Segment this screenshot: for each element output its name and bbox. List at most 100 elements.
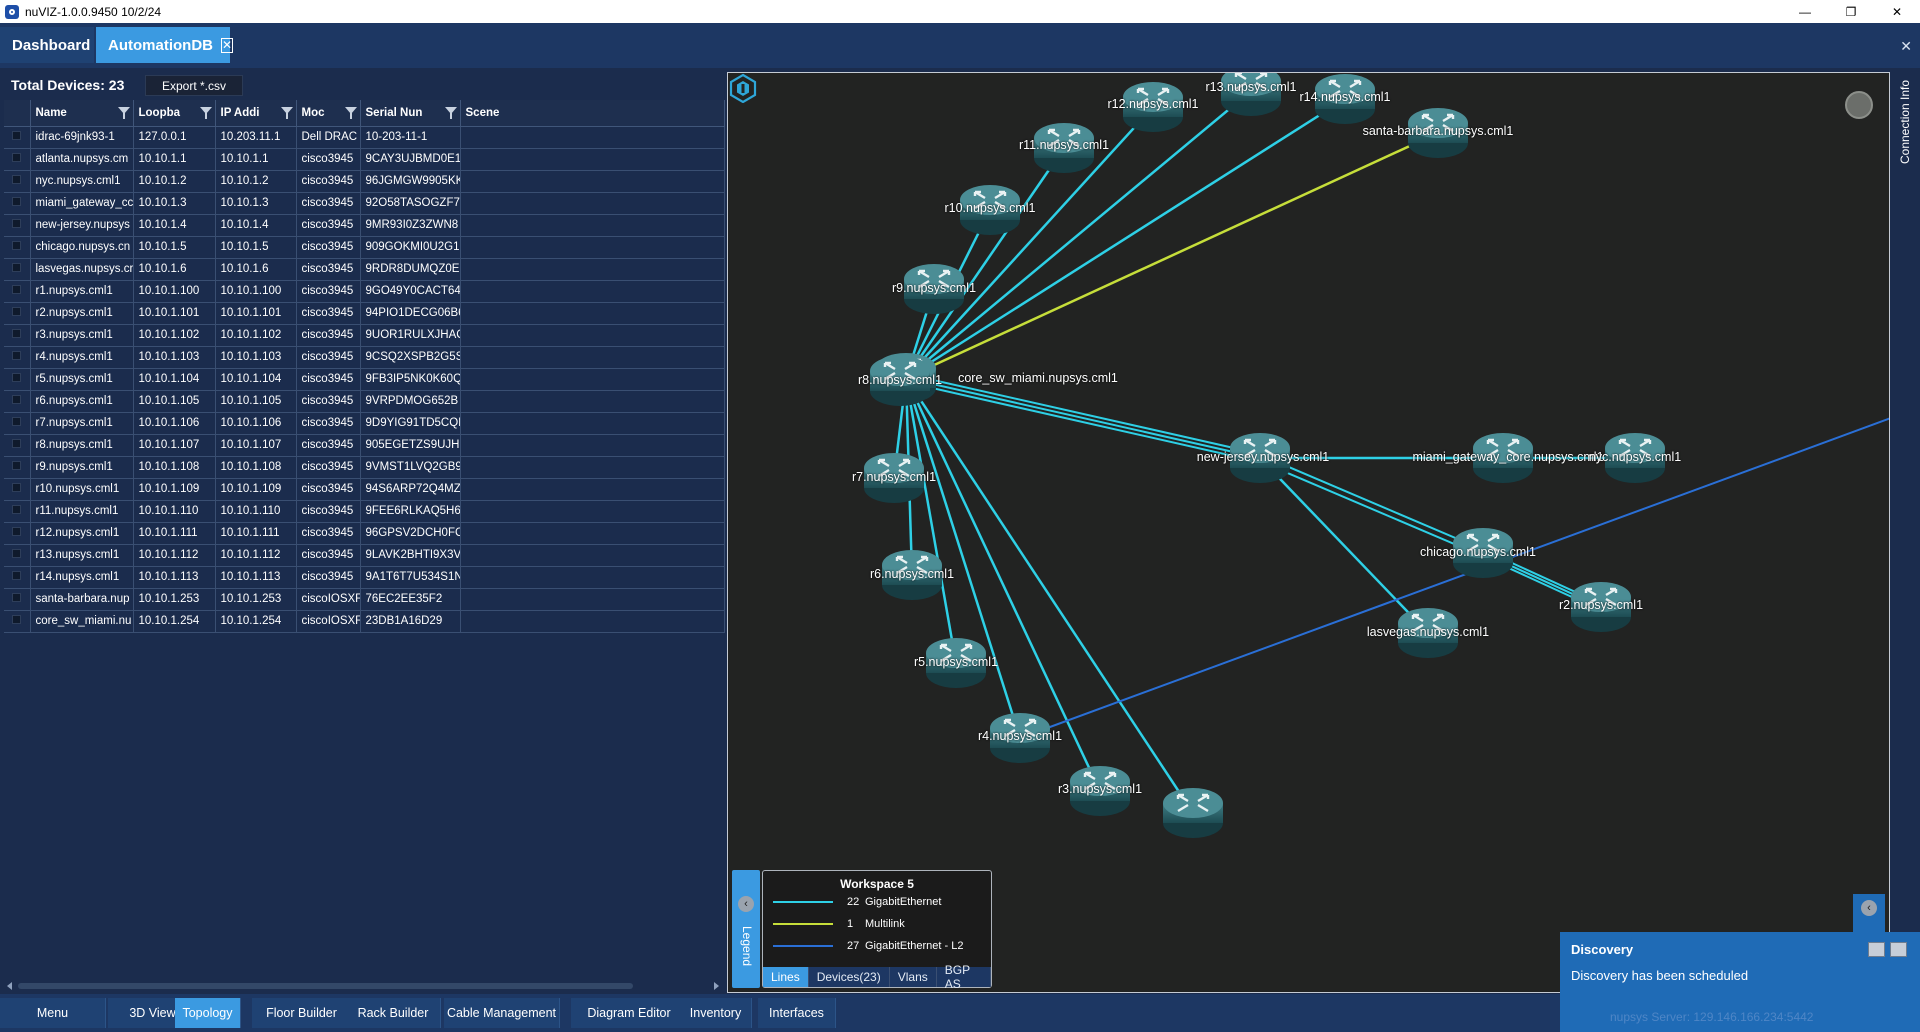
legend-tab-3[interactable]: BGP AS <box>936 963 991 991</box>
row-checkbox[interactable] <box>12 329 21 338</box>
column-header[interactable]: Scene <box>460 100 725 127</box>
close-window-button[interactable]: ✕ <box>1874 0 1920 23</box>
scroll-right-icon[interactable] <box>714 982 719 990</box>
row-checkbox[interactable] <box>12 263 21 272</box>
tab-dashboard[interactable]: Dashboard <box>0 27 94 63</box>
router-icon[interactable] <box>1160 783 1226 843</box>
table-row[interactable]: idrac-69jnk93-1 127.0.0.1 10.203.11.1 Dell … <box>4 126 725 149</box>
table-row[interactable]: r12.nupsys.cml1 10.10.1.111 10.10.1.111 cis… <box>4 522 725 545</box>
row-select-cell[interactable] <box>4 236 31 259</box>
row-select-cell[interactable] <box>4 500 31 523</box>
row-checkbox[interactable] <box>12 593 21 602</box>
row-checkbox[interactable] <box>12 175 21 184</box>
row-checkbox[interactable] <box>12 153 21 162</box>
legend-tab-0[interactable]: Lines <box>763 967 809 987</box>
legend-collapse-icon[interactable]: ‹ <box>738 896 754 912</box>
row-checkbox[interactable] <box>12 549 21 558</box>
nav-tab-8[interactable]: Interfaces <box>758 998 836 1028</box>
filter-icon[interactable] <box>344 107 357 119</box>
row-checkbox[interactable] <box>12 571 21 580</box>
legend-tab-2[interactable]: Vlans <box>889 967 937 987</box>
row-checkbox[interactable] <box>12 527 21 536</box>
row-select-cell[interactable] <box>4 302 31 325</box>
topology-canvas[interactable]: core_sw_miami.nupsys.cml1 r13.nupsys.cml1… <box>727 72 1890 993</box>
toast-close-icon[interactable] <box>1890 942 1907 957</box>
filter-icon[interactable] <box>117 107 130 119</box>
connection-status-icon[interactable] <box>1845 91 1873 119</box>
nav-tab-6[interactable]: Diagram Editor <box>571 998 688 1028</box>
close-all-tabs-icon[interactable]: ✕ <box>1900 38 1912 55</box>
row-checkbox[interactable] <box>12 241 21 250</box>
table-row[interactable]: atlanta.nupsys.cm 10.10.1.1 10.10.1.1 cisco… <box>4 148 725 171</box>
maximize-button[interactable]: ❐ <box>1828 0 1874 23</box>
connection-info-strip[interactable]: Connection Info <box>1890 68 1920 994</box>
row-select-cell[interactable] <box>4 170 31 193</box>
table-row[interactable]: r11.nupsys.cml1 10.10.1.110 10.10.1.110 cis… <box>4 500 725 523</box>
column-header[interactable]: Loopba <box>133 100 216 127</box>
column-header[interactable]: Name <box>30 100 134 127</box>
column-header[interactable]: Moc <box>296 100 361 127</box>
nav-tab-0[interactable]: Menu <box>0 998 106 1028</box>
table-row[interactable]: r13.nupsys.cml1 10.10.1.112 10.10.1.112 cis… <box>4 544 725 567</box>
panel-collapse-button[interactable]: ‹ <box>1853 894 1885 932</box>
table-row[interactable]: r9.nupsys.cml1 10.10.1.108 10.10.1.108 cisc… <box>4 456 725 479</box>
table-row[interactable]: r4.nupsys.cml1 10.10.1.103 10.10.1.103 cisc… <box>4 346 725 369</box>
row-select-cell[interactable] <box>4 588 31 611</box>
row-checkbox[interactable] <box>12 483 21 492</box>
row-select-cell[interactable] <box>4 544 31 567</box>
row-select-cell[interactable] <box>4 214 31 237</box>
table-row[interactable]: lasvegas.nupsys.cr 10.10.1.6 10.10.1.6 cisc… <box>4 258 725 281</box>
table-row[interactable]: chicago.nupsys.cn 10.10.1.5 10.10.1.5 cisco… <box>4 236 725 259</box>
scrollbar-thumb[interactable] <box>18 983 633 989</box>
row-checkbox[interactable] <box>12 373 21 382</box>
row-checkbox[interactable] <box>12 439 21 448</box>
select-all-cell[interactable] <box>4 100 31 127</box>
row-select-cell[interactable] <box>4 368 31 391</box>
table-row[interactable]: r8.nupsys.cml1 10.10.1.107 10.10.1.107 cisc… <box>4 434 725 457</box>
row-select-cell[interactable] <box>4 258 31 281</box>
horizontal-scrollbar[interactable] <box>4 980 722 992</box>
minimize-button[interactable]: — <box>1782 0 1828 23</box>
filter-icon[interactable] <box>199 107 212 119</box>
row-checkbox[interactable] <box>12 395 21 404</box>
link-core-nj[interactable] <box>906 373 1262 456</box>
legend-tab[interactable]: ‹ Legend <box>732 870 760 988</box>
table-row[interactable]: santa-barbara.nup 10.10.1.253 10.10.1.253 c… <box>4 588 725 611</box>
toast-minimize-icon[interactable] <box>1868 942 1885 957</box>
row-select-cell[interactable] <box>4 390 31 413</box>
table-row[interactable]: core_sw_miami.nu 10.10.1.254 10.10.1.254 ci… <box>4 610 725 633</box>
link-core-r5[interactable] <box>904 377 958 664</box>
column-header[interactable]: IP Addi <box>215 100 297 127</box>
row-select-cell[interactable] <box>4 148 31 171</box>
row-select-cell[interactable] <box>4 456 31 479</box>
scroll-left-icon[interactable] <box>7 982 12 990</box>
collapse-chevron-icon[interactable]: ‹ <box>1861 900 1877 916</box>
table-row[interactable]: r7.nupsys.cml1 10.10.1.106 10.10.1.106 cisc… <box>4 412 725 435</box>
nav-tab-4[interactable]: Rack Builder <box>346 998 441 1028</box>
row-checkbox[interactable] <box>12 461 21 470</box>
row-checkbox[interactable] <box>12 505 21 514</box>
row-select-cell[interactable] <box>4 478 31 501</box>
filter-icon[interactable] <box>444 107 457 119</box>
table-row[interactable]: r6.nupsys.cml1 10.10.1.105 10.10.1.105 cisc… <box>4 390 725 413</box>
tab-close-icon[interactable]: ✕ <box>221 37 234 53</box>
tab-automationdb[interactable]: AutomationDB ✕ <box>96 27 234 63</box>
table-row[interactable]: r5.nupsys.cml1 10.10.1.104 10.10.1.104 cisc… <box>4 368 725 391</box>
table-row[interactable]: nyc.nupsys.cml1 10.10.1.2 10.10.1.2 cisco39… <box>4 170 725 193</box>
row-select-cell[interactable] <box>4 434 31 457</box>
link-core-nj[interactable] <box>905 377 1261 459</box>
column-header[interactable]: Serial Nun <box>360 100 461 127</box>
table-row[interactable]: r3.nupsys.cml1 10.10.1.102 10.10.1.102 cisc… <box>4 324 725 347</box>
row-select-cell[interactable] <box>4 280 31 303</box>
row-checkbox[interactable] <box>12 351 21 360</box>
table-row[interactable]: r2.nupsys.cml1 10.10.1.101 10.10.1.101 cisc… <box>4 302 725 325</box>
row-checkbox[interactable] <box>12 131 21 140</box>
row-checkbox[interactable] <box>12 219 21 228</box>
row-select-cell[interactable] <box>4 522 31 545</box>
link-core-sb[interactable] <box>905 131 1439 380</box>
row-checkbox[interactable] <box>12 285 21 294</box>
row-select-cell[interactable] <box>4 566 31 589</box>
export-csv-button[interactable]: Export *.csv <box>145 75 243 96</box>
table-row[interactable]: miami_gateway_cc 10.10.1.3 10.10.1.3 cisco3… <box>4 192 725 215</box>
row-select-cell[interactable] <box>4 610 31 633</box>
